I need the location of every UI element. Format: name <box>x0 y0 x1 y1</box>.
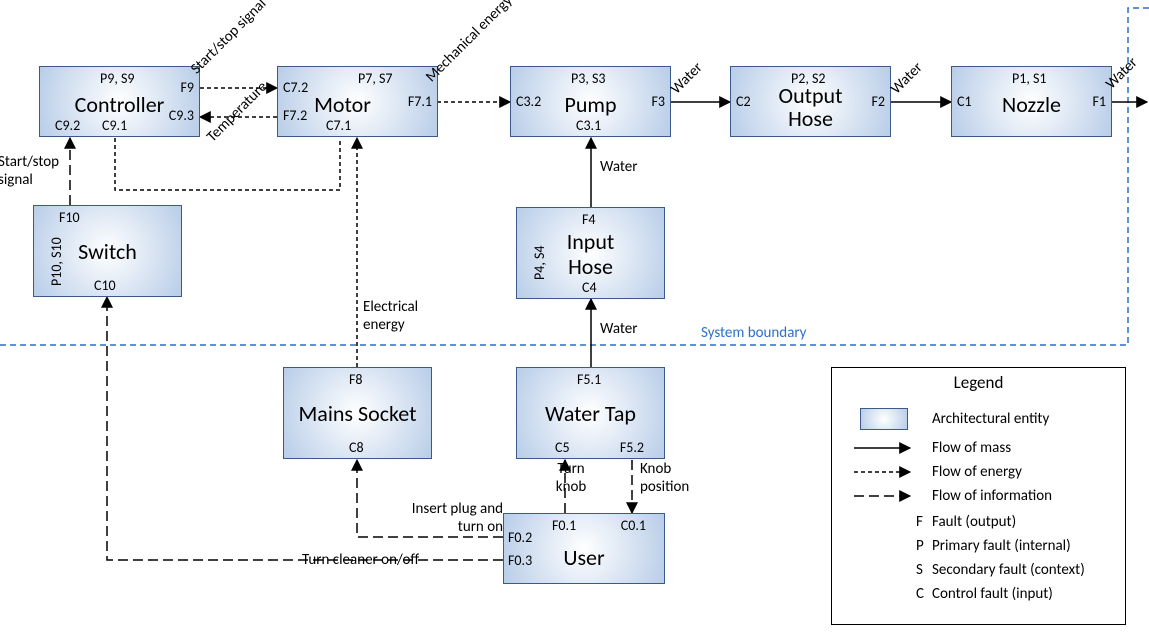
legend-C-desc: Control fault (input) <box>932 585 1053 603</box>
label-startstop-switch: Start/stop signal <box>0 153 78 189</box>
port-f8: F8 <box>349 371 363 388</box>
entity-mainssocket: F8 Mains Socket C8 <box>283 367 432 459</box>
label-turnknob: Turn knob <box>546 460 596 496</box>
mainssocket-title: Mains Socket <box>284 400 431 427</box>
port-c71: C7.1 <box>326 117 351 134</box>
entity-watertap: F5.1 Water Tap C5 F5.2 <box>516 367 665 459</box>
port-c5: C5 <box>555 439 570 456</box>
legend-mass: Flow of mass <box>932 439 1011 457</box>
entity-outputhose: C2 P2, S2 Output Hose F2 <box>730 66 891 137</box>
port-p9s9: P9, S9 <box>100 70 135 87</box>
legend-P: P <box>916 537 924 555</box>
port-c91: C9.1 <box>102 117 127 134</box>
legend-P-desc: Primary fault (internal) <box>932 537 1071 555</box>
port-f10: F10 <box>59 209 80 226</box>
port-f71: F7.1 <box>408 93 432 110</box>
entity-motor: C7.2 F7.2 P7, S7 Motor F7.1 C7.1 <box>277 66 438 137</box>
entity-pump: C3.2 P3, S3 Pump F3 C3.1 <box>510 66 671 137</box>
watertap-title: Water Tap <box>517 400 664 427</box>
label-startstop-ctrl: Start/stop signal <box>187 0 270 78</box>
entity-nozzle: C1 P1, S1 Nozzle F1 <box>951 66 1112 137</box>
label-water2: Water <box>887 59 926 98</box>
label-water1: Water <box>667 59 706 98</box>
port-f51: F5.1 <box>577 371 601 388</box>
inputhose-title1: Input <box>517 228 664 255</box>
label-insertplug: Insert plug and turn on <box>393 500 503 536</box>
label-temperature: Temperature <box>203 78 271 146</box>
label-water4: Water <box>600 158 637 176</box>
port-f52: F5.2 <box>620 439 644 456</box>
entity-controller: P9, S9 Controller F9 C9.3 C9.2 C9.1 <box>39 66 200 137</box>
label-water5: Water <box>600 320 637 338</box>
legend-C: C <box>916 585 924 603</box>
port-c31: C3.1 <box>576 117 601 134</box>
port-f1: F1 <box>1092 93 1106 110</box>
legend-box: Legend Architectural entity Flow of mass… <box>831 367 1126 625</box>
port-c01: C0.1 <box>621 517 646 534</box>
legend-F: F <box>916 513 923 531</box>
port-c4: C4 <box>582 279 597 296</box>
port-f01: F0.1 <box>552 517 576 534</box>
port-f2: F2 <box>871 93 885 110</box>
legend-F-desc: Fault (output) <box>932 513 1016 531</box>
port-f4: F4 <box>582 211 596 228</box>
entity-inputhose: F4 P4, S4 Input Hose C4 <box>516 207 665 299</box>
port-f02: F0.2 <box>508 529 532 546</box>
switch-title: Switch <box>34 238 181 265</box>
label-sysboundary: System boundary <box>701 324 806 342</box>
legend-energy: Flow of energy <box>932 463 1022 481</box>
label-electrical: Electrical energy <box>363 298 443 334</box>
port-f3: F3 <box>651 93 665 110</box>
inputhose-title2: Hose <box>517 253 664 280</box>
outputhose-title2: Hose <box>731 105 890 132</box>
label-turncleaner: Turn cleaner on/off <box>302 551 419 569</box>
port-f03: F0.3 <box>508 552 532 569</box>
port-c92: C9.2 <box>55 117 80 134</box>
legend-S-desc: Secondary fault (context) <box>932 561 1085 579</box>
port-c10: C10 <box>94 277 116 294</box>
port-p1s1: P1, S1 <box>1012 70 1047 87</box>
entity-user: F0.1 C0.1 User F0.2 F0.3 <box>503 513 665 584</box>
port-p7s7: P7, S7 <box>358 70 393 87</box>
entity-switch: F10 P10, S10 Switch C10 <box>33 205 182 297</box>
pump-title: Pump <box>511 91 670 118</box>
diagram-stage: P9, S9 Controller F9 C9.3 C9.2 C9.1 C7.2… <box>0 0 1149 642</box>
port-p3s3: P3, S3 <box>571 70 606 87</box>
port-c8: C8 <box>349 439 364 456</box>
legend-S: S <box>916 561 923 579</box>
port-f9: F9 <box>180 79 194 96</box>
label-water3: Water <box>1102 54 1141 93</box>
nozzle-title: Nozzle <box>952 91 1111 118</box>
label-knobpos: Knob position <box>640 460 710 496</box>
motor-title: Motor <box>263 91 422 118</box>
legend-info: Flow of information <box>932 487 1052 505</box>
label-mechanical: Mechanical energy <box>422 0 516 86</box>
port-c93: C9.3 <box>169 107 194 124</box>
flow-c91-c71 <box>115 138 340 190</box>
